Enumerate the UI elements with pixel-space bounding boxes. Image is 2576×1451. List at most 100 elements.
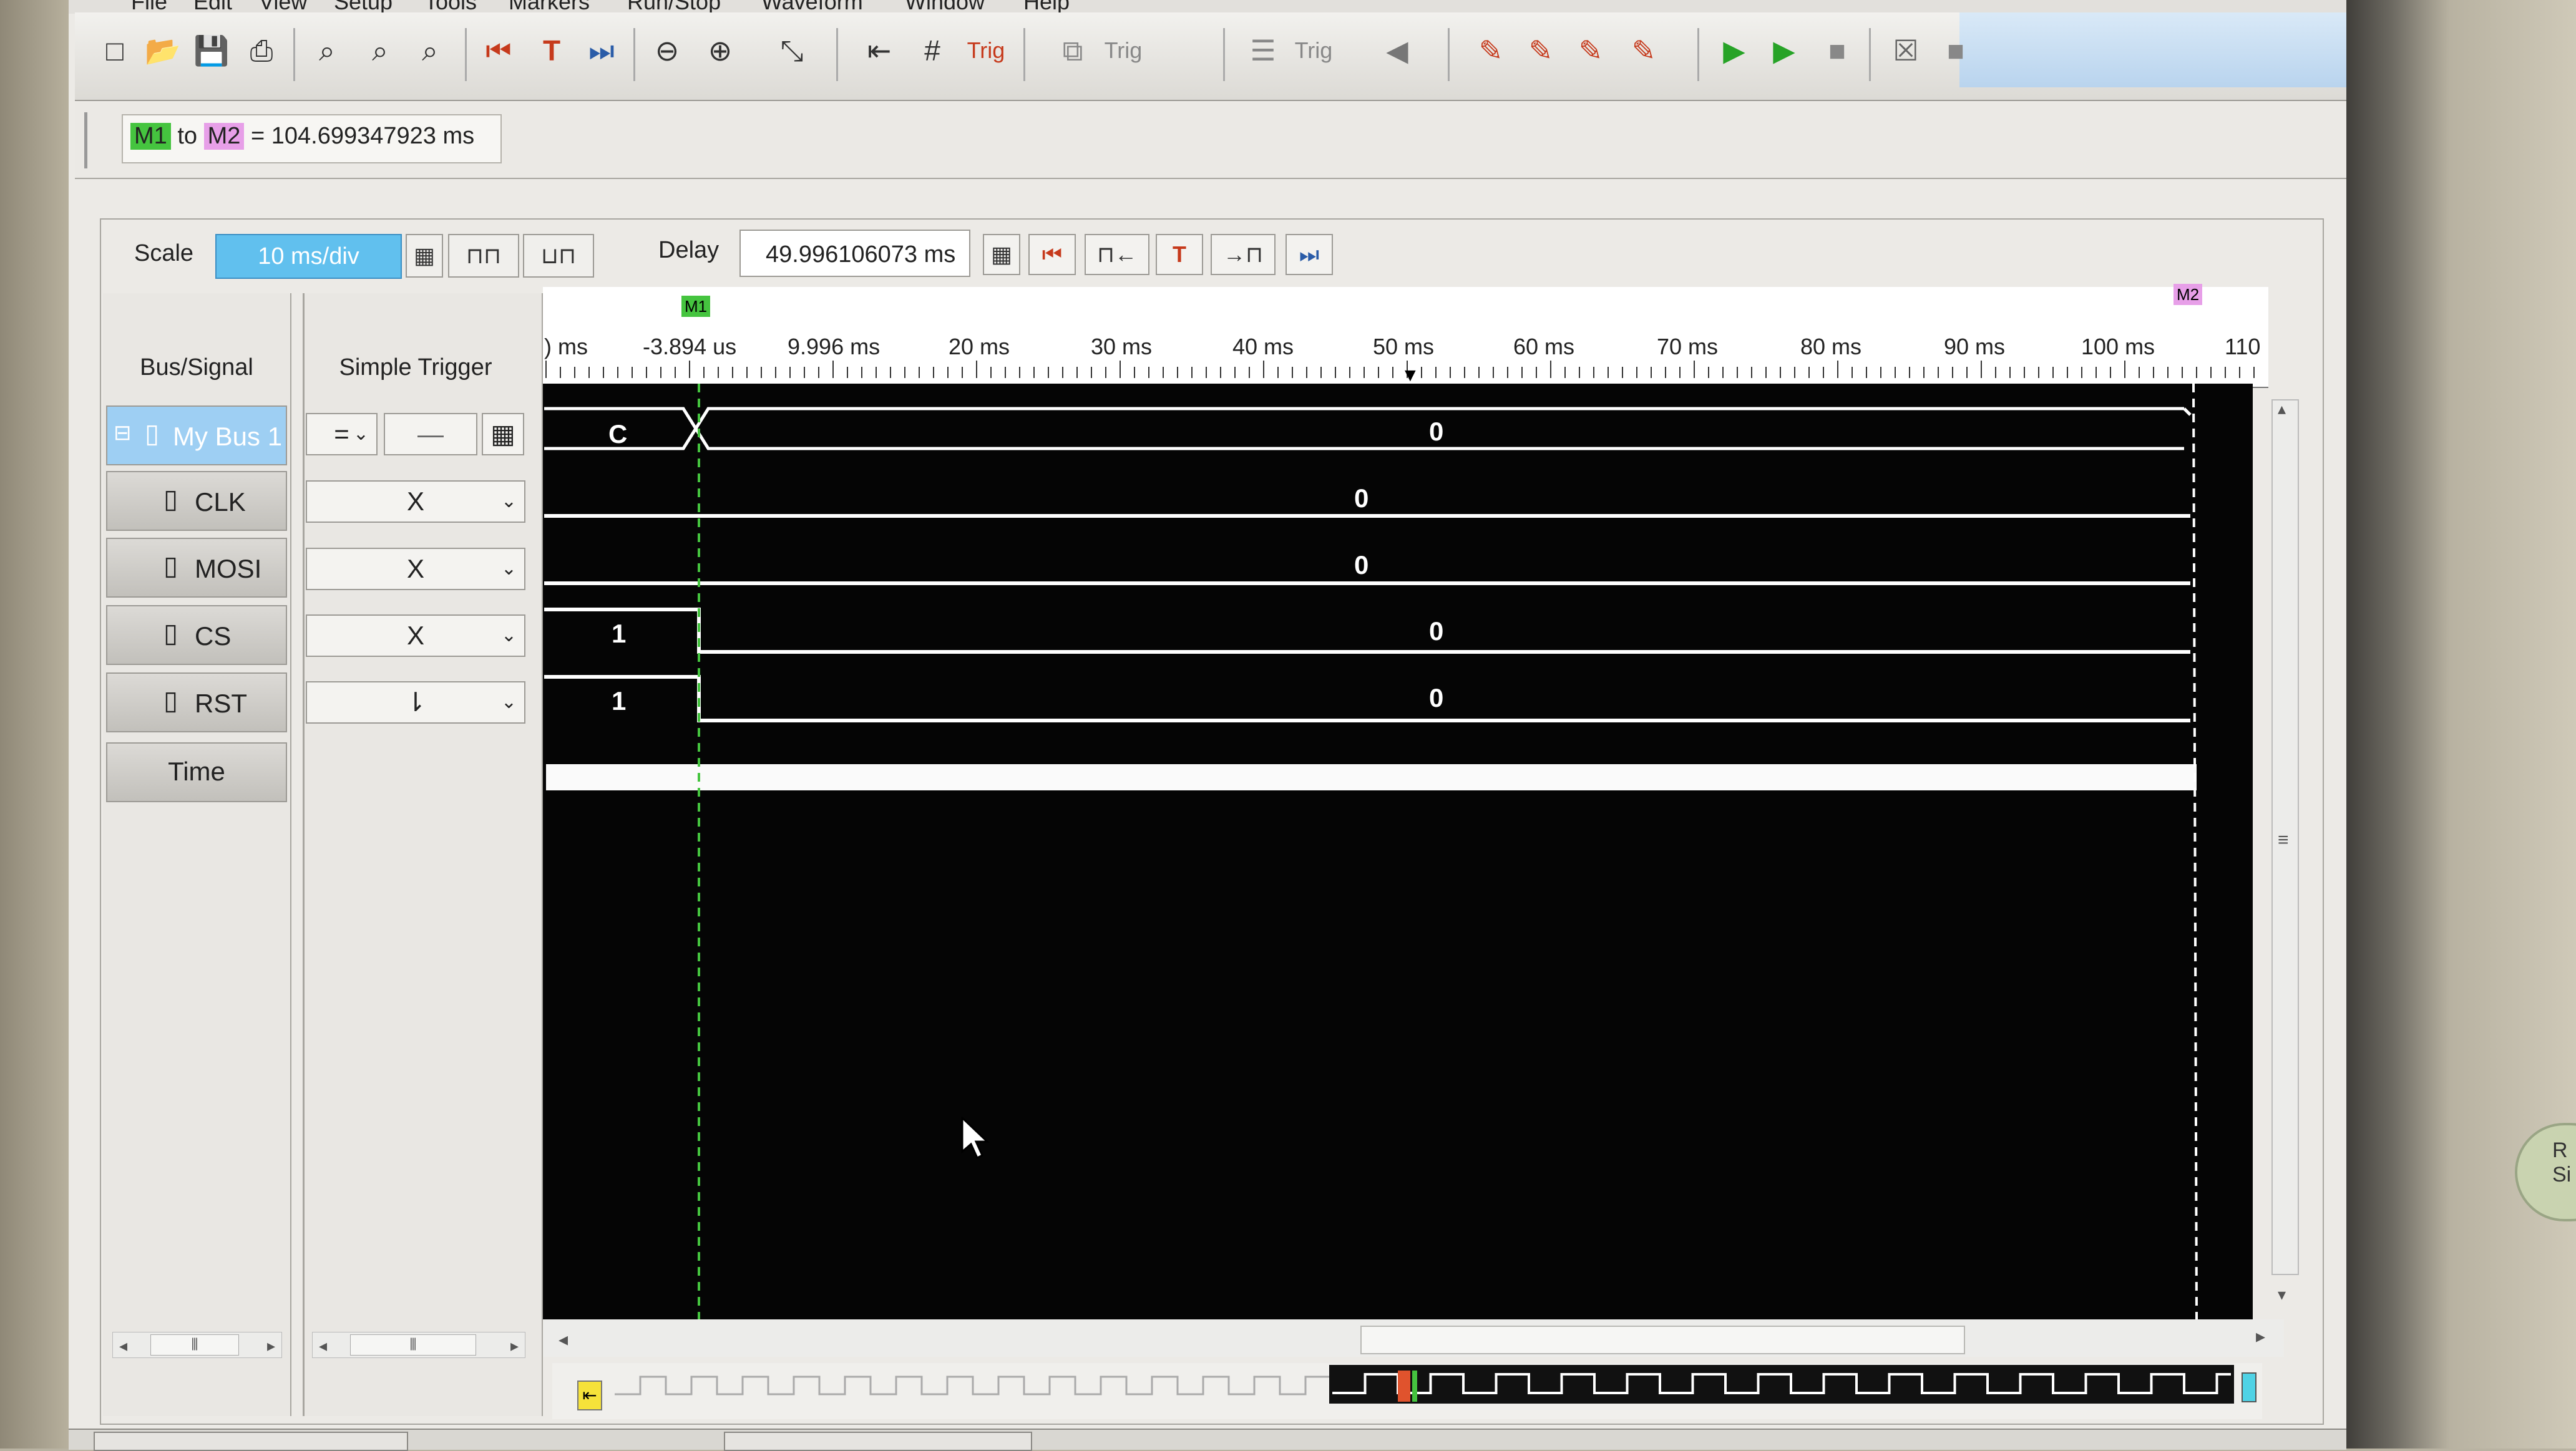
measure-marker-icon[interactable]: ✎: [1573, 32, 1609, 69]
signal-column-scrollbar[interactable]: ◂ ⦀ ▸: [112, 1332, 282, 1358]
toolbar-accent-region: [1959, 12, 2346, 87]
scroll-right-icon[interactable]: ▸: [510, 1336, 519, 1356]
delay-field[interactable]: 49.996106073 ms: [739, 230, 970, 277]
trigger-value: X: [406, 621, 424, 650]
stop-icon[interactable]: ■: [1819, 32, 1855, 69]
tick-label: ) ms: [544, 334, 588, 359]
tick-label: -3.894 us: [643, 334, 737, 359]
time-row[interactable]: Time: [106, 742, 287, 802]
bus-signal-header[interactable]: Bus/Signal: [106, 354, 287, 381]
bus-trigger-operator[interactable]: = ⌄: [306, 413, 378, 455]
go-to-end-icon[interactable]: ⏭: [583, 32, 620, 69]
scroll-thumb[interactable]: ⦀: [150, 1334, 239, 1356]
find-next-icon[interactable]: ⌕: [412, 32, 448, 69]
bottom-tab-2[interactable]: [724, 1432, 1032, 1451]
scroll-grip-icon[interactable]: ≡: [2278, 830, 2289, 851]
scale-field[interactable]: 10 ms/div: [215, 234, 402, 279]
rst-value-right: 0: [1429, 683, 1444, 712]
scale-calculator-icon[interactable]: ▦: [406, 234, 443, 278]
simple-trigger-column: [303, 293, 543, 1416]
zoom-in-icon[interactable]: ⊕: [702, 32, 738, 69]
scroll-thumb[interactable]: ⦀: [350, 1334, 476, 1356]
scroll-down-icon[interactable]: ▾: [2278, 1285, 2286, 1304]
find-previous-icon[interactable]: ⌕: [362, 32, 398, 69]
close-window-icon[interactable]: ☒: [1888, 32, 1924, 69]
overview-end-handle[interactable]: [2242, 1372, 2256, 1402]
print-icon[interactable]: ⎙: [243, 32, 280, 69]
align-left-icon[interactable]: ⇤: [861, 32, 897, 69]
overview-start-icon[interactable]: ⇤: [577, 1381, 602, 1410]
speaker-icon[interactable]: ◀: [1379, 32, 1415, 69]
clk-trigger-select[interactable]: X ⌄: [306, 480, 525, 523]
signal-row-clk[interactable]: ▯ CLK: [106, 471, 287, 531]
marker-measurement: M1 to M2 = 104.699347923 ms: [122, 114, 502, 163]
chevron-down-icon: ⌄: [353, 424, 369, 444]
save-icon[interactable]: 💾: [193, 32, 230, 69]
monitor-bezel-right: [2346, 0, 2576, 1449]
m1-marker-flag[interactable]: M1: [681, 296, 710, 317]
scale-zoom-out-button[interactable]: ⊔⊓: [523, 234, 594, 278]
find-icon[interactable]: ⌕: [309, 32, 345, 69]
trigger-disabled-icon-2[interactable]: Trig: [1292, 32, 1335, 69]
m2-marker-flag[interactable]: M2: [2174, 284, 2202, 305]
marker-delta-value: = 104.699347923 ms: [250, 123, 475, 149]
delay-prev-edge-icon[interactable]: ⊓←: [1085, 234, 1149, 275]
delay-go-start-icon[interactable]: ⏮: [1028, 234, 1076, 275]
scroll-left-icon[interactable]: ◂: [559, 1329, 568, 1351]
operator-value: =: [334, 419, 349, 449]
rst-trigger-select[interactable]: ⇂ ⌄: [306, 681, 525, 724]
scroll-up-icon[interactable]: ▴: [2278, 399, 2286, 419]
trigger-value: ⇂: [404, 687, 427, 717]
add-marker-icon[interactable]: ✎: [1473, 32, 1509, 69]
tick-label: 70 ms: [1657, 334, 1719, 359]
rst-value-left: 1: [612, 686, 627, 716]
delay-label: Delay: [658, 237, 720, 263]
cs-trigger-select[interactable]: X ⌄: [306, 614, 525, 657]
zoom-fit-icon[interactable]: ⤡: [774, 32, 810, 69]
scale-zoom-in-button[interactable]: ⊓⊓: [448, 234, 519, 278]
signal-row-cs[interactable]: ▯ CS: [106, 605, 287, 665]
scroll-right-icon[interactable]: ▸: [2256, 1326, 2265, 1347]
bus-trigger-calculator-icon[interactable]: ▦: [482, 413, 524, 455]
bus-trigger-value-field[interactable]: —: [384, 413, 477, 455]
delay-calculator-icon[interactable]: ▦: [983, 234, 1020, 275]
scroll-left-icon[interactable]: ◂: [319, 1336, 327, 1356]
mosi-trigger-select[interactable]: X ⌄: [306, 548, 525, 590]
grip-handle[interactable]: [84, 112, 87, 168]
scroll-left-icon[interactable]: ◂: [119, 1336, 127, 1356]
new-file-icon[interactable]: □: [97, 32, 133, 69]
go-to-start-icon[interactable]: ⏮: [481, 32, 517, 69]
signal-row-my-bus-1[interactable]: ⊟ ▯ My Bus 1: [106, 405, 287, 465]
signal-name: My Bus 1: [173, 422, 283, 451]
trigger-column-scrollbar[interactable]: ◂ ⦀ ▸: [312, 1332, 525, 1358]
delay-next-edge-icon[interactable]: →⊓: [1211, 234, 1276, 275]
grid-icon[interactable]: #: [914, 32, 950, 69]
run-repetitive-icon[interactable]: ▶: [1766, 32, 1802, 69]
collapse-icon[interactable]: ⊟: [114, 420, 132, 445]
scroll-right-icon[interactable]: ▸: [267, 1336, 275, 1356]
stack-icon[interactable]: ⧉: [1055, 32, 1091, 69]
signal-name: CS: [195, 621, 232, 651]
list-icon[interactable]: ☰: [1245, 32, 1281, 69]
mosi-value: 0: [1354, 550, 1369, 580]
delay-trigger-icon[interactable]: T: [1156, 234, 1203, 275]
zoom-out-icon[interactable]: ⊖: [649, 32, 685, 69]
trigger-icon[interactable]: Trig: [964, 32, 1008, 69]
tick-label: 20 ms: [949, 334, 1010, 359]
edit-marker-icon[interactable]: ✎: [1523, 32, 1559, 69]
m1-tag: M1: [130, 123, 171, 150]
go-to-trigger-icon[interactable]: T: [534, 32, 570, 69]
chevron-down-icon: ⌄: [500, 625, 517, 646]
delete-marker-icon[interactable]: ✎: [1626, 32, 1662, 69]
run-icon[interactable]: ▶: [1716, 32, 1752, 69]
bottom-tab-1[interactable]: [94, 1432, 408, 1451]
simple-trigger-header[interactable]: Simple Trigger: [306, 354, 525, 381]
signal-row-mosi[interactable]: ▯ MOSI: [106, 538, 287, 598]
square-icon[interactable]: ■: [1938, 32, 1974, 69]
trigger-disabled-icon[interactable]: Trig: [1101, 32, 1145, 69]
knob-label: R Si: [2552, 1138, 2572, 1187]
signal-row-rst[interactable]: ▯ RST: [106, 672, 287, 732]
horizontal-scroll-thumb[interactable]: [1360, 1326, 1965, 1354]
delay-go-end-icon[interactable]: ⏭: [1286, 234, 1333, 275]
open-folder-icon[interactable]: 📂: [145, 32, 181, 69]
